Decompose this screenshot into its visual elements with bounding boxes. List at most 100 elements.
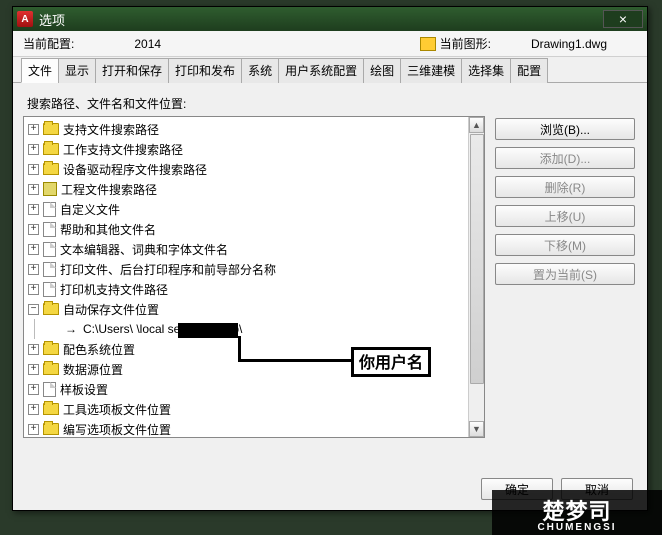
- tree-node-label: 文本编辑器、词典和字体文件名: [60, 241, 228, 258]
- annotation-callout: 你用户名: [351, 347, 431, 377]
- tree-spacer: [48, 324, 59, 335]
- tab-strip: 文件显示打开和保存打印和发布系统用户系统配置绘图三维建模选择集配置: [13, 57, 647, 83]
- tab-3[interactable]: 打印和发布: [168, 58, 242, 83]
- document-icon: [43, 242, 56, 257]
- collapse-icon[interactable]: −: [28, 304, 39, 315]
- annotation-redaction: [178, 323, 238, 338]
- titlebar: A 选项 ×: [13, 7, 647, 31]
- tab-5[interactable]: 用户系统配置: [278, 58, 364, 83]
- folder-icon: [43, 303, 59, 315]
- tree-node[interactable]: + 设备驱动程序文件搜索路径: [24, 159, 484, 179]
- tree-node[interactable]: + 打印机支持文件路径: [24, 279, 484, 299]
- current-drawing-label: 当前图形:: [440, 35, 491, 52]
- moveup-button[interactable]: 上移(U): [495, 205, 635, 227]
- book-icon: [43, 182, 57, 196]
- scroll-thumb[interactable]: [470, 134, 484, 384]
- expand-icon[interactable]: +: [28, 344, 39, 355]
- tree-node-label: 支持文件搜索路径: [63, 121, 159, 138]
- folder-icon: [43, 123, 59, 135]
- tree-node-label: 自动保存文件位置: [63, 301, 159, 318]
- current-config-label: 当前配置:: [23, 35, 74, 52]
- options-dialog: A 选项 × 当前配置: 2014 当前图形: Drawing1.dwg 文件显…: [12, 6, 648, 511]
- tab-8[interactable]: 选择集: [461, 58, 511, 83]
- tab-4[interactable]: 系统: [241, 58, 279, 83]
- folder-icon: [43, 343, 59, 355]
- drawing-icon: [420, 37, 436, 51]
- scrollbar-vertical[interactable]: ▲ ▼: [468, 117, 484, 437]
- expand-icon[interactable]: +: [28, 184, 39, 195]
- setcurrent-button[interactable]: 置为当前(S): [495, 263, 635, 285]
- document-icon: [43, 202, 56, 217]
- tab-9[interactable]: 配置: [510, 58, 548, 83]
- movedown-button[interactable]: 下移(M): [495, 234, 635, 256]
- tree-node[interactable]: + 自定义文件: [24, 199, 484, 219]
- tree-node[interactable]: + 工作支持文件搜索路径: [24, 139, 484, 159]
- tree-node[interactable]: + 样板设置: [24, 379, 484, 399]
- current-drawing-value: Drawing1.dwg: [531, 37, 607, 51]
- current-config-value: 2014: [134, 37, 161, 51]
- document-icon: [43, 382, 56, 397]
- tree-node-label: 打印机支持文件路径: [60, 281, 168, 298]
- tab-1[interactable]: 显示: [58, 58, 96, 83]
- scroll-down-button[interactable]: ▼: [469, 421, 484, 437]
- tree-node-label: 帮助和其他文件名: [60, 221, 156, 238]
- folder-icon: [43, 163, 59, 175]
- remove-button[interactable]: 删除(R): [495, 176, 635, 198]
- tab-7[interactable]: 三维建模: [400, 58, 462, 83]
- tree-node[interactable]: + 支持文件搜索路径: [24, 119, 484, 139]
- tree-node[interactable]: + 帮助和其他文件名: [24, 219, 484, 239]
- document-icon: [43, 262, 56, 277]
- tree-node-label: 样板设置: [60, 381, 108, 398]
- folder-icon: [43, 403, 59, 415]
- tree-node[interactable]: − 自动保存文件位置: [24, 299, 484, 319]
- expand-icon[interactable]: +: [28, 364, 39, 375]
- watermark: 楚梦司 CHUMENGSI: [492, 490, 662, 535]
- folder-icon: [43, 143, 59, 155]
- side-button-panel: 浏览(B)... 添加(D)... 删除(R) 上移(U) 下移(M) 置为当前…: [495, 116, 635, 438]
- tree-node[interactable]: + 文本编辑器、词典和字体文件名: [24, 239, 484, 259]
- tree-node-label: 自定义文件: [60, 201, 120, 218]
- tree-node[interactable]: + 工程文件搜索路径: [24, 179, 484, 199]
- expand-icon[interactable]: +: [28, 224, 39, 235]
- tree-node-label: 打印文件、后台打印程序和前导部分名称: [60, 261, 276, 278]
- tree-node[interactable]: + 编写选项板文件位置: [24, 419, 484, 438]
- expand-icon[interactable]: +: [28, 384, 39, 395]
- tree-node-label: 配色系统位置: [63, 341, 135, 358]
- tree-view[interactable]: + 支持文件搜索路径 + 工作支持文件搜索路径 + 设备驱动程序文件搜索路径 + 工程文件搜索…: [23, 116, 485, 438]
- expand-icon[interactable]: +: [28, 244, 39, 255]
- expand-icon[interactable]: +: [28, 404, 39, 415]
- folder-icon: [43, 423, 59, 435]
- tree-node-label: 工具选项板文件位置: [63, 401, 171, 418]
- expand-icon[interactable]: +: [28, 124, 39, 135]
- folder-icon: [43, 363, 59, 375]
- expand-icon[interactable]: +: [28, 424, 39, 435]
- scroll-up-button[interactable]: ▲: [469, 117, 484, 133]
- document-icon: [43, 282, 56, 297]
- expand-icon[interactable]: +: [28, 204, 39, 215]
- info-bar: 当前配置: 2014 当前图形: Drawing1.dwg: [13, 31, 647, 57]
- add-button[interactable]: 添加(D)...: [495, 147, 635, 169]
- tree-node[interactable]: →C:\Users\ \local settings\temp\: [24, 319, 484, 339]
- tree-node-label: 工程文件搜索路径: [61, 181, 157, 198]
- tab-6[interactable]: 绘图: [363, 58, 401, 83]
- tree-node-label: 设备驱动程序文件搜索路径: [63, 161, 207, 178]
- watermark-sub: CHUMENGSI: [537, 522, 616, 533]
- document-icon: [43, 222, 56, 237]
- tab-2[interactable]: 打开和保存: [95, 58, 169, 83]
- annotation-connector: [238, 359, 354, 362]
- app-icon: A: [17, 11, 33, 27]
- tree-node-label: 数据源位置: [63, 361, 123, 378]
- expand-icon[interactable]: +: [28, 284, 39, 295]
- tab-0[interactable]: 文件: [21, 58, 59, 83]
- expand-icon[interactable]: +: [28, 264, 39, 275]
- expand-icon[interactable]: +: [28, 144, 39, 155]
- expand-icon[interactable]: +: [28, 164, 39, 175]
- close-button[interactable]: ×: [603, 10, 643, 28]
- panel-label: 搜索路径、文件名和文件位置:: [27, 95, 637, 112]
- browse-button[interactable]: 浏览(B)...: [495, 118, 635, 140]
- tree-node-label: 编写选项板文件位置: [63, 421, 171, 438]
- path-arrow-icon: →: [63, 322, 79, 336]
- tree-node[interactable]: + 打印文件、后台打印程序和前导部分名称: [24, 259, 484, 279]
- tree-node-label: 工作支持文件搜索路径: [63, 141, 183, 158]
- tree-node[interactable]: + 工具选项板文件位置: [24, 399, 484, 419]
